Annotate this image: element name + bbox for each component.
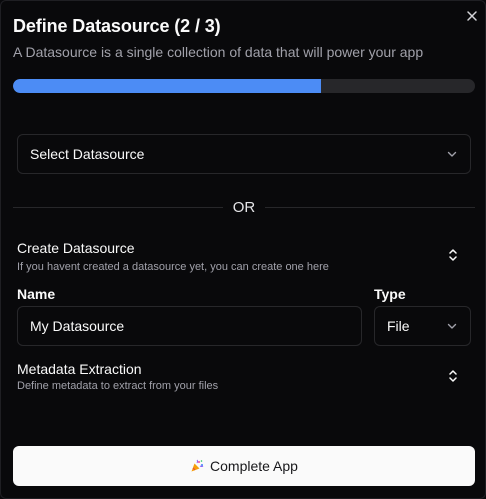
metadata-extraction-title: Metadata Extraction [17,361,142,377]
metadata-extraction-toggle[interactable] [445,368,461,384]
progress-bar [13,79,475,93]
type-label: Type [374,286,406,302]
select-datasource-label: Select Datasource [30,146,145,162]
name-label: Name [17,286,56,302]
type-dropdown[interactable]: File [374,306,471,346]
close-button[interactable] [465,9,479,23]
party-popper-icon [191,459,204,472]
divider-line-left [13,206,223,208]
create-datasource-toggle[interactable] [445,247,461,263]
dialog-title: Define Datasource (2 / 3) [13,16,221,36]
metadata-extraction-description: Define metadata to extract from your fil… [17,380,219,392]
or-divider: OR [13,198,475,216]
or-label: OR [232,198,256,216]
close-icon [467,11,477,21]
chevrons-up-down-icon [449,370,457,382]
chevron-down-icon [447,323,457,329]
create-datasource-title: Create Datasource [17,240,135,256]
divider-line-right [265,206,475,208]
complete-app-button[interactable]: Complete App [13,446,475,486]
type-value: File [387,318,410,334]
complete-app-label: Complete App [210,458,298,474]
define-datasource-dialog: Define Datasource (2 / 3) A Datasource i… [0,0,486,499]
create-datasource-description: If you havent created a datasource yet, … [17,261,329,273]
name-input[interactable] [17,306,362,346]
chevron-down-icon [447,151,457,157]
dialog-subtitle: A Datasource is a single collection of d… [13,44,424,60]
chevrons-up-down-icon [449,249,457,261]
progress-fill [13,79,322,93]
select-datasource-dropdown[interactable]: Select Datasource [17,134,471,174]
